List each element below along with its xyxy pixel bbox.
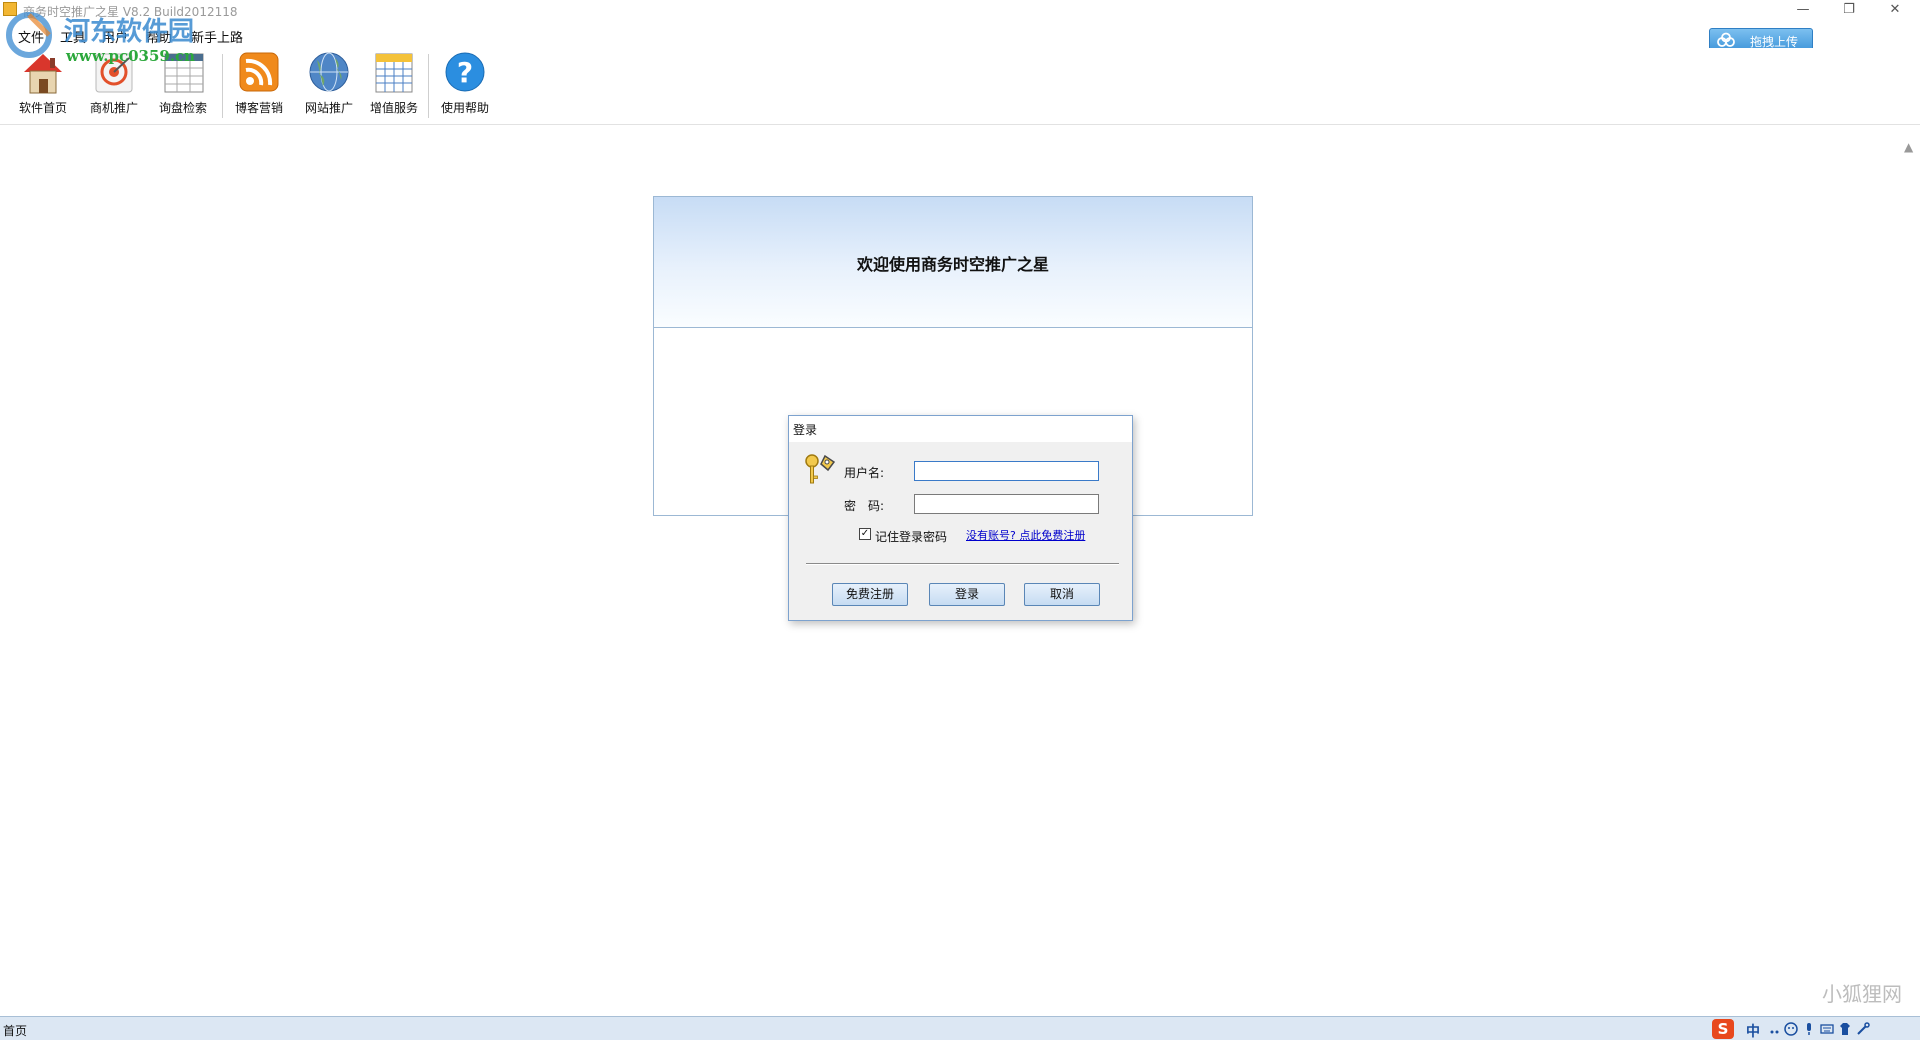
username-label: 用户名: bbox=[844, 466, 885, 480]
calendar-icon bbox=[375, 53, 413, 93]
password-label: 密 码: bbox=[844, 499, 885, 513]
toolbar-separator bbox=[428, 54, 429, 118]
status-bar: 首页 S 中 bbox=[0, 1016, 1920, 1040]
dialog-divider bbox=[806, 563, 1119, 565]
toolbar-services-label: 增值服务 bbox=[369, 101, 418, 115]
welcome-title: 欢迎使用商务时空推广之星 bbox=[856, 255, 1049, 274]
menu-newbie[interactable]: 新手上路 bbox=[191, 27, 243, 46]
title-bar: 商务时空推广之星 V8.2 Build2012118 — ❐ ✕ bbox=[0, 0, 1920, 20]
punctuation-icon[interactable] bbox=[1768, 1022, 1782, 1036]
menu-bar: 文件 工具 用户 帮助 新手上路 bbox=[0, 20, 1920, 48]
watermark-text: 河东软件园 bbox=[64, 17, 195, 47]
password-input[interactable] bbox=[914, 494, 1099, 514]
keyboard-icon[interactable] bbox=[1820, 1022, 1834, 1036]
username-input[interactable] bbox=[914, 461, 1099, 481]
login-button[interactable]: 登录 bbox=[929, 583, 1005, 606]
cancel-button[interactable]: 取消 bbox=[1024, 583, 1100, 606]
dialog-titlebar: 登录 bbox=[789, 416, 1132, 442]
toolbar-help-label: 使用帮助 bbox=[440, 101, 489, 115]
toolbar-website-label: 网站推广 bbox=[304, 101, 353, 115]
rss-icon bbox=[239, 52, 279, 92]
toolbar-blog-label: 博客营销 bbox=[234, 101, 283, 115]
status-text: 首页 bbox=[3, 1024, 28, 1038]
register-link[interactable]: 没有账号? 点此免费注册 bbox=[966, 527, 1085, 543]
help-icon: ? bbox=[445, 52, 485, 92]
ime-mode-label[interactable]: 中 bbox=[1746, 1021, 1760, 1041]
close-button[interactable]: ✕ bbox=[1872, 0, 1918, 20]
toolbar-home-button[interactable]: 软件首页 bbox=[12, 50, 74, 122]
sogou-ime-icon[interactable]: S bbox=[1712, 1019, 1734, 1039]
scroll-up-icon[interactable]: ▲ bbox=[1904, 140, 1916, 154]
dialog-title: 登录 bbox=[793, 423, 818, 437]
free-register-button[interactable]: 免费注册 bbox=[832, 583, 908, 606]
svg-text:?: ? bbox=[457, 56, 473, 89]
toolbar-home-label: 软件首页 bbox=[18, 101, 67, 115]
keys-icon bbox=[805, 454, 836, 484]
welcome-header: 欢迎使用商务时空推广之星 bbox=[654, 197, 1252, 328]
minimize-button[interactable]: — bbox=[1780, 0, 1826, 20]
emoji-icon[interactable] bbox=[1784, 1022, 1798, 1036]
tools-icon[interactable] bbox=[1856, 1022, 1870, 1036]
toolbar-promotion-label: 商机推广 bbox=[89, 101, 138, 115]
corner-watermark: 小狐狸网 bbox=[1822, 982, 1902, 1006]
toolbar-services-button[interactable]: 增值服务 bbox=[363, 50, 425, 122]
toolbar: 软件首页 商机推广 询盘检索 博客营销 网站推广 增值服务 ? 使用帮助 bbox=[0, 48, 1920, 125]
toolbar-help-button[interactable]: ? 使用帮助 bbox=[434, 50, 496, 122]
toolbar-inquiry-label: 询盘检索 bbox=[158, 101, 207, 115]
maximize-button[interactable]: ❐ bbox=[1826, 0, 1872, 20]
microphone-icon[interactable] bbox=[1802, 1022, 1816, 1036]
watermark-url: www.pc0359.cn bbox=[66, 47, 196, 65]
toolbar-blog-button[interactable]: 博客营销 bbox=[228, 50, 290, 122]
toolbar-separator bbox=[222, 54, 223, 118]
globe-icon bbox=[309, 52, 349, 92]
remember-password-checkbox[interactable]: ✓ bbox=[859, 528, 871, 540]
toolbar-website-button[interactable]: 网站推广 bbox=[298, 50, 360, 122]
shirt-icon[interactable] bbox=[1838, 1022, 1852, 1036]
login-dialog: 登录 用户名: 密 码: ✓ 记住登录密码 没有账号? 点此免费注册 免费注册 … bbox=[788, 415, 1133, 621]
cloud-icon bbox=[1717, 32, 1735, 47]
watermark-logo-icon bbox=[6, 12, 52, 58]
remember-password-label[interactable]: 记住登录密码 bbox=[875, 528, 947, 545]
